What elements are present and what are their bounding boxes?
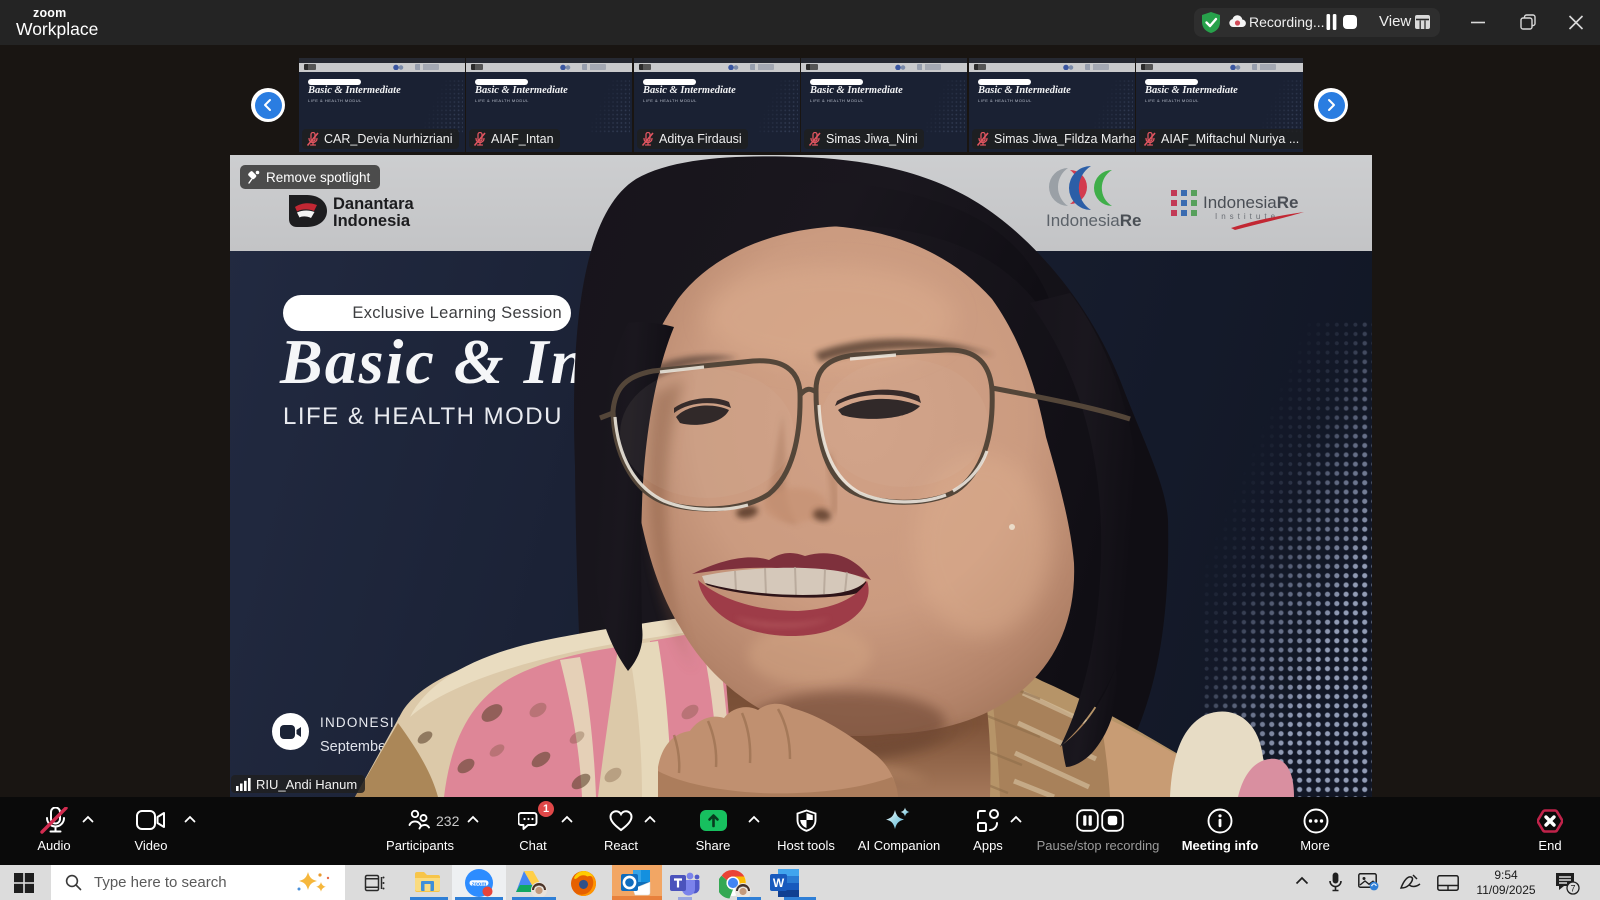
svg-text:W: W <box>773 876 785 890</box>
svg-text:zoom: zoom <box>472 881 487 887</box>
svg-text:7: 7 <box>1570 883 1575 893</box>
